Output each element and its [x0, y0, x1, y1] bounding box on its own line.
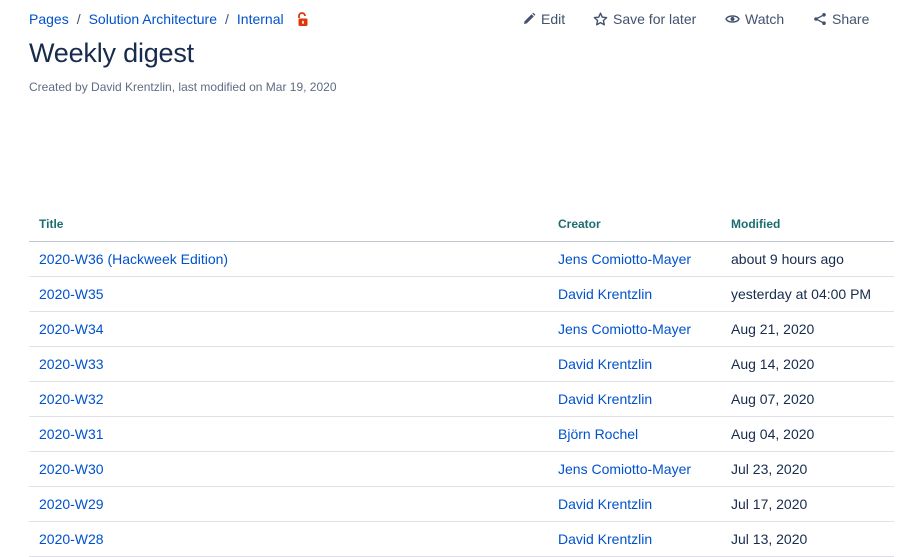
breadcrumb-separator: /: [76, 11, 81, 27]
modified-date: Aug 07, 2020: [721, 381, 894, 417]
share-label: Share: [832, 11, 870, 27]
modified-date: yesterday at 04:00 PM: [721, 276, 894, 312]
modified-date: Jul 23, 2020: [721, 451, 894, 487]
page-title-link[interactable]: 2020-W30: [39, 461, 104, 477]
breadcrumb-solution-architecture[interactable]: Solution Architecture: [89, 11, 217, 27]
table-row: 2020-W30 Jens Comiotto-Mayer Jul 23, 202…: [29, 451, 894, 487]
creator-link[interactable]: Jens Comiotto-Mayer: [558, 251, 691, 267]
table-row: 2020-W36 (Hackweek Edition) Jens Comiott…: [29, 241, 894, 277]
table-row: 2020-W34 Jens Comiotto-Mayer Aug 21, 202…: [29, 311, 894, 347]
page-title-link[interactable]: 2020-W28: [39, 531, 104, 547]
star-icon: [593, 12, 608, 27]
page-title-link[interactable]: 2020-W35: [39, 286, 104, 302]
edit-button[interactable]: Edit: [522, 11, 565, 27]
creator-link[interactable]: David Krentzlin: [558, 356, 652, 372]
table-header-row: Title Creator Modified: [29, 206, 894, 242]
confluence-page: Pages / Solution Architecture / Internal…: [0, 0, 899, 557]
watch-label: Watch: [745, 11, 785, 27]
page-title-link[interactable]: 2020-W33: [39, 356, 104, 372]
unlocked-padlock-icon[interactable]: [296, 11, 310, 27]
page-title-link[interactable]: 2020-W36 (Hackweek Edition): [39, 251, 228, 267]
table-row: 2020-W31 Björn Rochel Aug 04, 2020: [29, 416, 894, 452]
breadcrumb: Pages / Solution Architecture / Internal: [29, 10, 310, 28]
creator-link[interactable]: Björn Rochel: [558, 426, 638, 442]
pencil-icon: [522, 12, 536, 26]
edit-label: Edit: [541, 11, 566, 27]
creator-link[interactable]: Jens Comiotto-Mayer: [558, 461, 691, 477]
modified-date: about 9 hours ago: [721, 241, 894, 277]
creator-link[interactable]: David Krentzlin: [558, 286, 652, 302]
save-for-later-button[interactable]: Save for later: [593, 11, 696, 27]
table-row: 2020-W32 David Krentzlin Aug 07, 2020: [29, 381, 894, 417]
modified-date: Aug 14, 2020: [721, 346, 894, 382]
breadcrumb-internal[interactable]: Internal: [237, 11, 284, 27]
page-title-link[interactable]: 2020-W34: [39, 321, 104, 337]
page-byline: Created by David Krentzlin, last modifie…: [29, 80, 337, 94]
save-for-later-label: Save for later: [613, 11, 697, 27]
modified-date: Jul 13, 2020: [721, 521, 894, 557]
watch-button[interactable]: Watch: [725, 11, 784, 27]
page-title-link[interactable]: 2020-W29: [39, 496, 104, 512]
creator-link[interactable]: David Krentzlin: [558, 531, 652, 547]
column-header-creator[interactable]: Creator: [548, 206, 721, 242]
table-row: 2020-W28 David Krentzlin Jul 13, 2020: [29, 521, 894, 557]
share-icon: [813, 12, 827, 26]
eye-icon: [725, 13, 740, 25]
column-header-title[interactable]: Title: [29, 206, 548, 242]
creator-link[interactable]: David Krentzlin: [558, 496, 652, 512]
modified-date: Jul 17, 2020: [721, 486, 894, 522]
modified-date: Aug 04, 2020: [721, 416, 894, 452]
modified-date: Aug 21, 2020: [721, 311, 894, 347]
breadcrumb-separator: /: [225, 11, 229, 27]
creator-link[interactable]: David Krentzlin: [558, 391, 652, 407]
digest-table: Title Creator Modified 2020-W36 (Hackwee…: [29, 206, 894, 557]
breadcrumb-pages[interactable]: Pages: [29, 11, 69, 27]
page-title-link[interactable]: 2020-W32: [39, 391, 104, 407]
page-title: Weekly digest: [29, 38, 194, 68]
table-row: 2020-W33 David Krentzlin Aug 14, 2020: [29, 346, 894, 382]
table-row: 2020-W35 David Krentzlin yesterday at 04…: [29, 276, 894, 312]
creator-link[interactable]: Jens Comiotto-Mayer: [558, 321, 691, 337]
share-button[interactable]: Share: [813, 11, 869, 27]
page-title-link[interactable]: 2020-W31: [39, 426, 104, 442]
column-header-modified[interactable]: Modified: [721, 206, 894, 242]
table-row: 2020-W29 David Krentzlin Jul 17, 2020: [29, 486, 894, 522]
